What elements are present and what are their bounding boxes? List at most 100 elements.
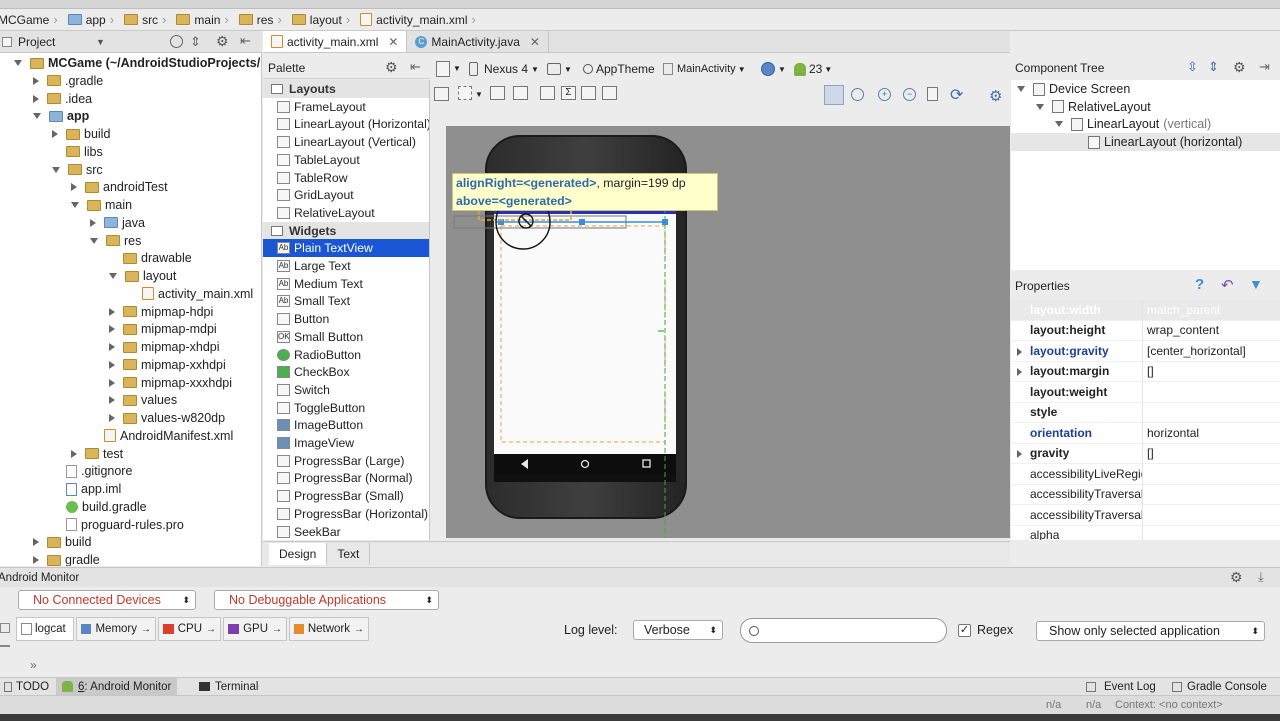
tree-node[interactable]: build.gradle [52,498,147,516]
property-value[interactable] [1142,382,1280,402]
tree-node[interactable]: mipmap-hdpi [109,303,213,321]
breadcrumb-item-layout[interactable]: layout › [291,9,360,31]
tree-node[interactable]: .idea [33,90,92,108]
chevron-down-icon[interactable] [1036,103,1044,110]
property-row[interactable]: accessibilityLiveRegion [1011,464,1280,485]
chevron-right-icon[interactable] [1017,368,1022,377]
property-row[interactable]: orientation horizontal [1011,423,1280,444]
tree-node[interactable]: mipmap-xxhdpi [109,356,226,374]
pin-icon[interactable]: → [206,624,216,635]
property-row[interactable]: accessibilityTraversalAfter [1011,484,1280,505]
screenshot-icon[interactable] [927,87,938,101]
palette-item[interactable]: ProgressBar (Large) [263,452,429,470]
chevron-right-icon[interactable] [109,325,115,334]
clear-weights-icon[interactable] [581,86,596,100]
property-value[interactable]: match_parent [1142,300,1280,320]
project-view-selector[interactable]: Project [18,35,88,49]
filter-icon[interactable]: ▼ [1249,276,1263,292]
gear-icon[interactable]: ⚙ [216,33,229,50]
property-value[interactable] [1142,525,1280,540]
property-row[interactable]: layout:width match_parent [1011,300,1280,321]
property-row[interactable]: layout:height wrap_content [1011,320,1280,341]
tab-logcat[interactable]: logcat [16,617,74,641]
zoom-fit-icon[interactable] [851,88,864,101]
property-value[interactable]: wrap_content [1142,320,1280,340]
palette-item[interactable]: ImageButton [263,416,429,434]
tab-cpu[interactable]: CPU → [158,617,221,641]
chevron-right-icon[interactable] [33,556,39,564]
zoom-actual-icon[interactable] [824,85,844,105]
activity-selector[interactable]: MainActivity ▼ [663,61,746,77]
palette-item[interactable]: Ab Large Text [263,257,429,275]
tree-node[interactable]: libs [52,143,103,161]
gear-icon[interactable]: ⚙ [385,59,398,76]
chevron-right-icon[interactable] [33,76,39,85]
property-value[interactable]: [center_horizontal] [1142,341,1280,361]
orientation-selector[interactable]: ▼ [547,61,572,77]
chevron-down-icon[interactable] [1055,121,1063,128]
palette-item[interactable]: LinearLayout (Horizontal) [263,115,429,133]
zoom-region-icon[interactable] [458,86,472,100]
delete-weights-icon[interactable] [602,86,617,100]
zoom-out-icon[interactable]: − [903,88,916,101]
property-value[interactable]: [] [1142,443,1280,463]
chevron-right-icon[interactable] [90,218,96,227]
component-tree-node[interactable]: Device Screen [1011,80,1280,98]
palette-item[interactable]: ProgressBar (Horizontal) [263,505,429,523]
property-row[interactable]: layout:gravity [center_horizontal] [1011,341,1280,362]
tree-node[interactable]: build [33,533,91,551]
property-row[interactable]: gravity [] [1011,443,1280,464]
chevron-right-icon[interactable] [109,307,115,316]
breadcrumb-item-file[interactable]: activity_main.xml › [360,9,486,31]
property-value[interactable] [1142,484,1280,504]
palette-item[interactable]: TableRow [263,169,429,187]
chevron-right-icon[interactable] [71,183,77,192]
pin-icon[interactable]: → [141,624,151,635]
palette-item[interactable]: GridLayout [263,186,429,204]
component-tree-node[interactable]: LinearLayout (horizontal) [1011,133,1280,152]
chevron-down-icon[interactable] [52,166,60,173]
palette-item[interactable]: RelativeLayout [263,204,429,222]
device-selector[interactable]: Nexus 4 ▼ [469,61,539,77]
pin-icon[interactable]: → [354,624,364,635]
tab-gpu[interactable]: GPU → [223,617,287,641]
tab-memory[interactable]: Memory → [76,617,156,641]
breadcrumb-item-res[interactable]: res › [238,9,292,31]
tree-node[interactable]: proguard-rules.pro [52,516,184,534]
palette-item[interactable]: Switch [263,381,429,399]
tree-node[interactable]: app [33,107,89,125]
tree-node[interactable]: mipmap-mdpi [109,320,217,338]
tab-activity-main-xml[interactable]: activity_main.xml ✕ [263,31,408,52]
todo-tool-button[interactable]: TODO [0,678,53,696]
tree-node[interactable]: drawable [109,249,192,267]
chevron-down-icon[interactable] [90,237,98,244]
gear-icon[interactable]: ⚙ [1230,569,1243,586]
close-icon[interactable]: ✕ [388,35,398,49]
chevron-down-icon[interactable] [109,273,117,279]
tree-node[interactable]: values [109,391,177,409]
chevron-right-icon[interactable] [33,538,39,547]
sum-weights-icon[interactable]: Σ [561,86,576,100]
expand-toolbar-icon[interactable]: » [30,658,37,672]
property-row[interactable]: layout:weight [1011,382,1280,403]
palette-item[interactable]: FrameLayout [263,98,429,116]
palette-item[interactable]: OK Small Button [263,328,429,346]
collapse-all-icon[interactable]: ⇕ [1208,59,1219,75]
hide-panel-icon[interactable]: ⇤ [410,59,421,75]
component-tree-node[interactable]: LinearLayout (vertical) [1011,115,1280,133]
palette-group[interactable]: Widgets [263,221,429,240]
palette-item[interactable]: TableLayout [263,151,429,169]
zoom-in-icon[interactable]: + [878,88,891,101]
hide-panel-icon[interactable]: ⤓ [1258,569,1264,585]
tree-node[interactable]: AndroidManifest.xml [90,427,233,445]
palette-item[interactable]: ProgressBar (Normal) [263,469,429,487]
applications-combo[interactable]: No Debuggable Applications ⬍ [214,590,439,610]
tree-node[interactable]: androidTest [71,178,168,196]
breadcrumb-item-main[interactable]: main › [176,9,238,31]
design-canvas[interactable]: alignRight=<generated>, margin=199 dp ab… [446,126,1010,538]
distribute-weights-icon[interactable] [540,86,555,100]
tree-node[interactable]: main [71,196,132,214]
property-value[interactable]: [] [1142,361,1280,381]
property-value[interactable] [1142,464,1280,484]
tree-node[interactable]: app.iml [52,480,121,498]
